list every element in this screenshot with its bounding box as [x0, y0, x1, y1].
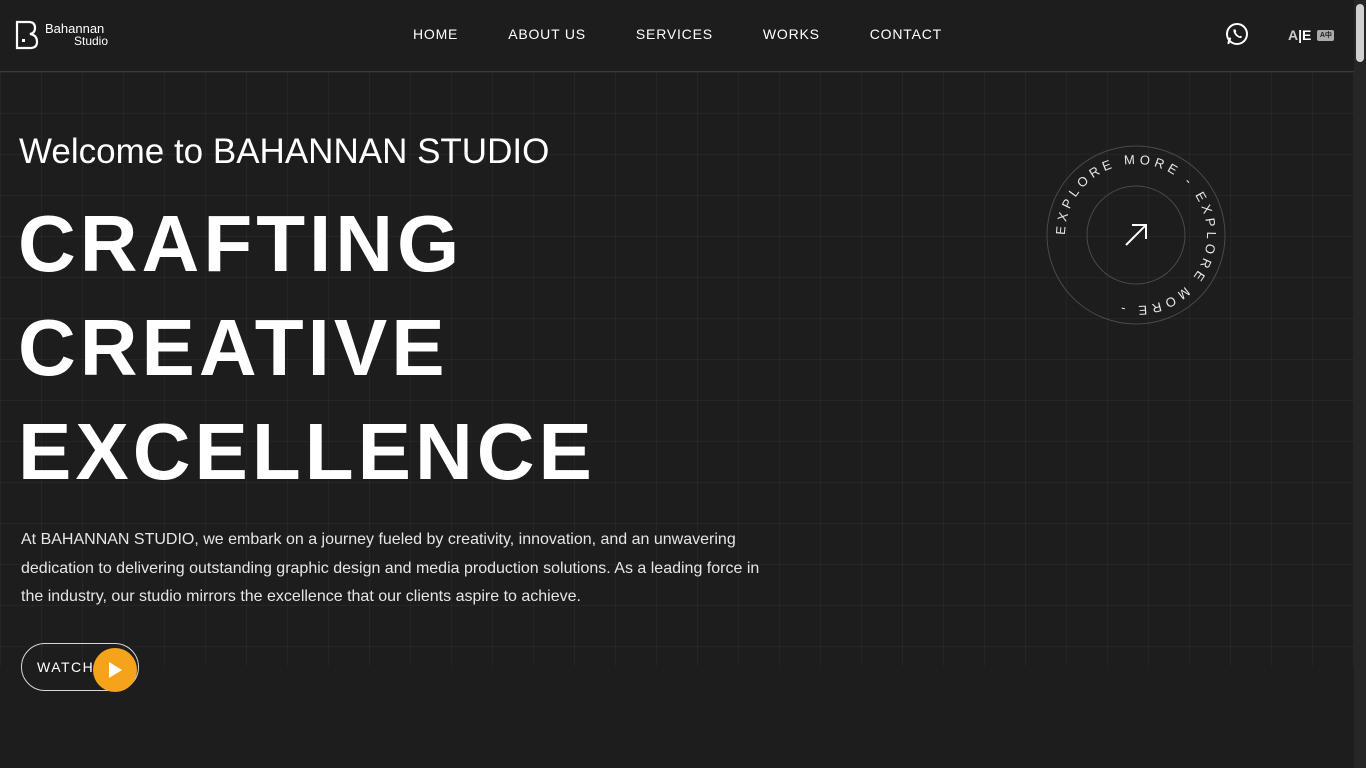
brand-subtitle: Studio: [74, 34, 109, 48]
play-icon: [93, 648, 137, 692]
lang-english: E: [1302, 27, 1312, 43]
scrollbar[interactable]: [1354, 0, 1366, 768]
hero-headline: CRAFTING CREATIVE EXCELLENCE: [18, 192, 596, 504]
nav-works[interactable]: WORKS: [763, 25, 820, 43]
arrow-up-right-icon: [1125, 224, 1147, 246]
nav-services[interactable]: SERVICES: [636, 25, 713, 43]
headline-line-1: CRAFTING: [18, 199, 464, 288]
translate-icon: A中: [1317, 29, 1335, 41]
explore-more-badge[interactable]: EXPLORE MORE - EXPLORE MORE -: [1044, 143, 1228, 327]
whatsapp-icon[interactable]: [1225, 22, 1249, 46]
site-header: Bahannan Studio HOME ABOUT US SERVICES W…: [0, 0, 1354, 72]
logo[interactable]: Bahannan Studio: [15, 20, 108, 50]
nav-contact[interactable]: CONTACT: [870, 25, 942, 43]
hero-description: At BAHANNAN STUDIO, we embark on a journ…: [21, 531, 760, 605]
logo-icon: [15, 20, 39, 50]
headline-line-3: EXCELLENCE: [18, 407, 596, 496]
welcome-text: Welcome to BAHANNAN STUDIO: [19, 132, 550, 171]
scrollbar-thumb[interactable]: [1356, 4, 1364, 62]
main-nav: HOME ABOUT US SERVICES WORKS CONTACT: [413, 25, 992, 43]
nav-about-us[interactable]: ABOUT US: [508, 25, 586, 43]
language-switcher[interactable]: A|E A中: [1288, 27, 1335, 43]
watch-label: WATCH: [37, 659, 95, 675]
nav-home[interactable]: HOME: [413, 25, 458, 43]
headline-line-2: CREATIVE: [18, 303, 449, 392]
watch-button[interactable]: WATCH: [21, 643, 139, 692]
lang-arabic: A: [1288, 27, 1299, 43]
